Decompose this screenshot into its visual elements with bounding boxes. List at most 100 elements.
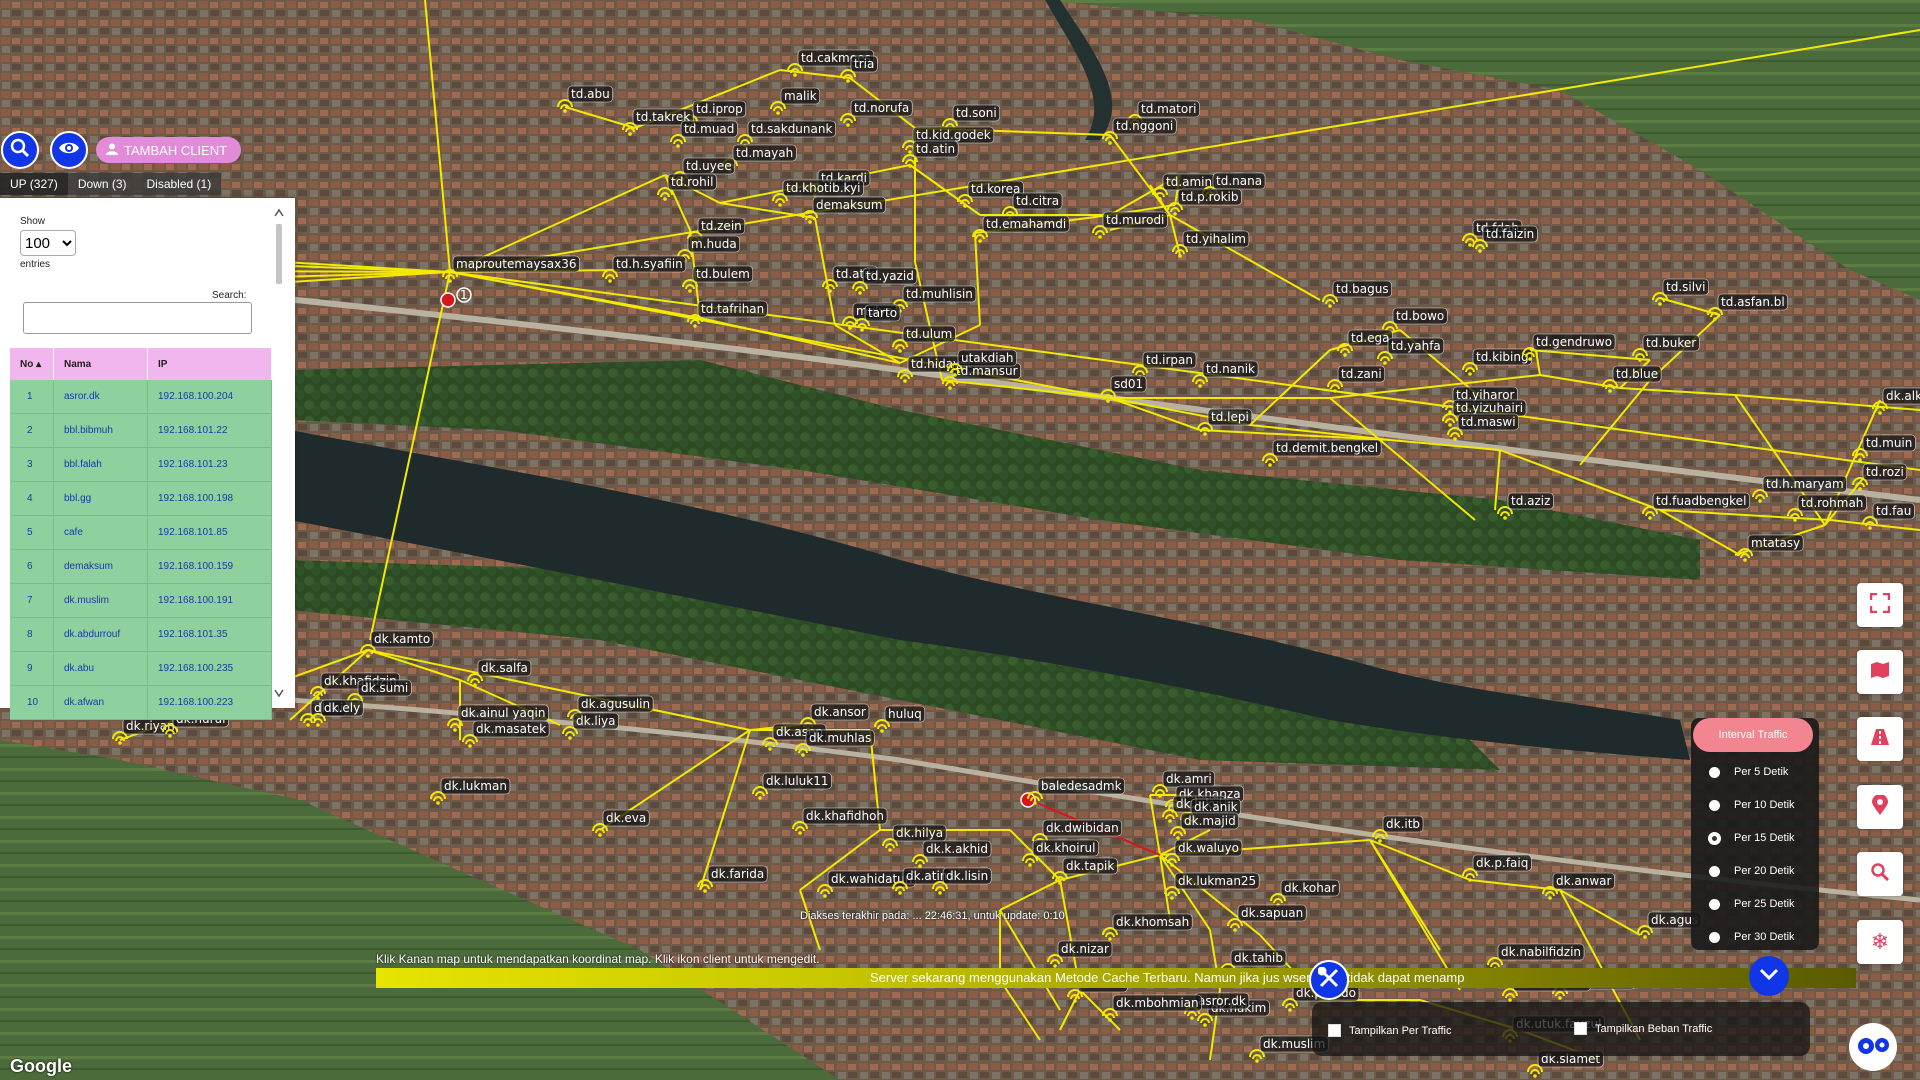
cell-nama: dk.muslim [53, 583, 148, 618]
wifi-dot [1548, 896, 1552, 900]
interval-option[interactable]: Per 5 Detik [1709, 766, 1788, 778]
interval-option[interactable]: Per 15 Detik [1709, 832, 1795, 844]
client-label: td.tafrihan [701, 302, 764, 316]
wifi-dot [1170, 863, 1174, 867]
zoom-search-button[interactable] [1, 131, 39, 169]
show-load-toggle[interactable]: Tampilkan Beban Traffic [1574, 1022, 1712, 1035]
wifi-dot [1233, 928, 1237, 932]
table-row[interactable]: 5 cafe 192.168.101.85 [10, 515, 272, 550]
client-label: huluq [888, 707, 922, 721]
table-row[interactable]: 6 demaksum 192.168.100.159 [10, 549, 272, 584]
interval-radio[interactable] [1709, 931, 1720, 943]
interval-radio[interactable] [1709, 766, 1720, 778]
interval-option[interactable]: Per 30 Detik [1709, 931, 1795, 943]
show-load-checkbox[interactable] [1574, 1022, 1587, 1035]
interval-traffic-panel: Interval Traffic Per 5 Detik Per 10 Detik… [1691, 718, 1819, 950]
table-row[interactable]: 8 dk.abdurrouf 192.168.101.35 [10, 617, 272, 652]
wifi-dot [1158, 794, 1162, 798]
show-traffic-checkbox[interactable] [1328, 1024, 1341, 1037]
page-size-select[interactable]: 100 [20, 230, 76, 256]
client-label: td.bowo [1396, 309, 1444, 323]
client-label: dk.lukman [444, 779, 507, 793]
client-label: td.yihalim [1186, 232, 1246, 246]
client-label: mtatasy [1751, 536, 1800, 550]
client-label: td.bulem [696, 267, 750, 281]
wifi-dot [1168, 819, 1172, 823]
client-label: td.iprop [696, 102, 743, 116]
wifi-dot [1268, 463, 1272, 467]
client-label: dk.nizar [1061, 942, 1109, 956]
panel-scrollbar[interactable] [272, 204, 286, 702]
table-row[interactable]: 4 bbl.gg 192.168.100.198 [10, 481, 272, 516]
client-label: td.rohmah [1801, 496, 1863, 510]
wifi-dot [316, 696, 320, 700]
wifi-dot [1033, 801, 1037, 805]
cell-ip: 192.168.100.235 [147, 651, 272, 686]
show-traffic-toggle[interactable]: Tampilkan Per Traffic [1328, 1024, 1452, 1037]
tab-disabled[interactable]: Disabled (1) [136, 173, 222, 195]
interval-option[interactable]: Per 25 Detik [1709, 898, 1795, 910]
client-label: td.atin [916, 142, 955, 156]
tab-up[interactable]: UP (327) [0, 173, 68, 195]
interval-option[interactable]: Per 10 Detik [1709, 799, 1795, 811]
client-label: dk.muhlas [809, 731, 871, 745]
client-label: dk.anik [1194, 800, 1238, 814]
settings-button[interactable] [1849, 1023, 1897, 1071]
client-label: td.rohil [671, 175, 713, 189]
wifi-dot [1558, 996, 1562, 1000]
wifi-dot [1058, 881, 1062, 885]
collapse-button[interactable] [1749, 956, 1789, 996]
interval-radio[interactable] [1709, 832, 1720, 844]
table-row[interactable]: 7 dk.muslim 192.168.100.191 [10, 583, 272, 618]
wifi-dot [1878, 411, 1882, 415]
client-label: td.blue [1616, 367, 1658, 381]
table-header-row: No ▴ Nama IP [10, 348, 272, 380]
cell-nama: asror.dk [53, 380, 148, 414]
interval-option[interactable]: Per 20 Detik [1709, 865, 1795, 877]
add-client-button[interactable]: TAMBAH CLIENT [96, 137, 242, 163]
interval-radio[interactable] [1709, 865, 1720, 877]
column-header-ip[interactable]: IP [147, 348, 272, 380]
table-row[interactable]: 9 dk.abu 192.168.100.235 [10, 651, 272, 686]
road-layer-button[interactable] [1857, 717, 1903, 761]
client-label: td.abu [571, 87, 610, 101]
map-search-button[interactable] [1857, 852, 1903, 896]
interval-option-label: Per 15 Detik [1734, 832, 1795, 844]
client-list-panel: Show 100 entries Search: No ▴ Nama IP 1a… [0, 198, 295, 720]
table-row[interactable]: 2 bbl.bibmuh 192.168.101.22 [10, 413, 272, 448]
visibility-button[interactable] [50, 131, 88, 169]
interval-option-label: Per 10 Detik [1734, 799, 1795, 811]
client-label: td.mayah [736, 146, 793, 160]
interval-option-label: Per 25 Detik [1734, 898, 1795, 910]
interval-traffic-button[interactable]: Interval Traffic [1693, 718, 1813, 752]
fullscreen-button[interactable] [1857, 583, 1903, 627]
wifi-dot [846, 123, 850, 127]
tools-button[interactable] [1309, 960, 1349, 1000]
table-row[interactable]: 10 dk.afwan 192.168.100.223 [10, 685, 272, 720]
interval-radio[interactable] [1709, 898, 1720, 910]
table-row[interactable]: 1 asror.dk 192.168.100.204 [10, 380, 272, 414]
client-label: td.rozi [1866, 465, 1904, 479]
client-label: dk.sumi [361, 681, 408, 695]
interval-radio[interactable] [1709, 799, 1720, 811]
client-label: utakdiah [961, 351, 1014, 365]
search-input[interactable] [23, 302, 252, 334]
client-label: dk.tahib [1234, 951, 1283, 965]
wifi-dot [1383, 361, 1387, 365]
wifi-dot [1255, 1059, 1259, 1063]
client-label: dk.salfa [481, 661, 528, 675]
client-label: dk.k.akhid [926, 842, 988, 856]
cell-no: 10 [10, 685, 54, 720]
cell-ip: 192.168.100.159 [147, 549, 272, 584]
table-row[interactable]: 3 bbl.falah 192.168.101.23 [10, 447, 272, 482]
wifi-dot [1533, 1074, 1537, 1078]
map-layer-button[interactable] [1857, 650, 1903, 694]
column-header-no[interactable]: No ▴ [10, 348, 54, 380]
client-label: malik [784, 89, 817, 103]
tab-down[interactable]: Down (3) [67, 173, 137, 195]
freeze-button[interactable]: ❄ [1857, 920, 1903, 964]
column-header-nama[interactable]: Nama [53, 348, 148, 380]
wifi-dot [1176, 836, 1180, 840]
location-button[interactable] [1857, 785, 1903, 829]
client-label: demaksum [816, 198, 883, 212]
